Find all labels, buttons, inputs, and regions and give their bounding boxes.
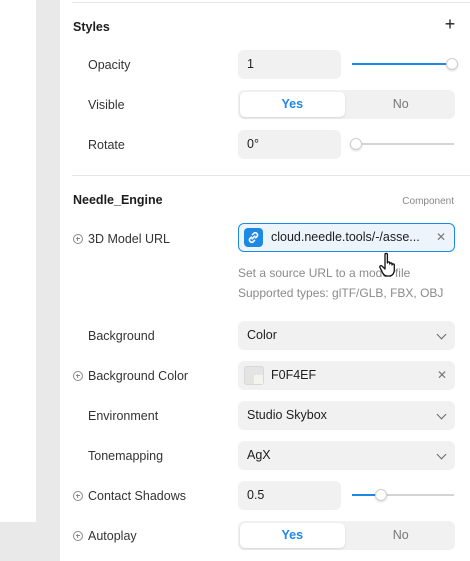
opacity-label: Opacity (88, 58, 131, 72)
section-divider (72, 175, 470, 176)
visible-no-option[interactable]: No (349, 92, 454, 117)
clear-color-close-icon[interactable]: ✕ (437, 361, 447, 390)
rotate-slider-knob[interactable] (350, 138, 362, 150)
panel-gutter (36, 0, 60, 561)
tonemapping-select-value: AgX (247, 448, 271, 462)
hand-cursor-icon (379, 252, 395, 277)
chevron-down-icon (436, 329, 447, 340)
visible-toggle[interactable]: Yes No (238, 90, 455, 119)
background-color-field[interactable]: F0F4EF ✕ (238, 361, 455, 390)
autoplay-label-text: Autoplay (88, 529, 137, 543)
rotate-label: Rotate (88, 138, 125, 152)
model-url-value: cloud.needle.tools/-/asse... (271, 230, 420, 244)
model-url-label[interactable]: 3D Model URL (73, 232, 170, 246)
styles-section-title: Styles (73, 20, 110, 34)
background-select-value: Color (247, 328, 277, 342)
link-icon[interactable] (244, 228, 263, 247)
rotate-slider[interactable] (350, 138, 454, 150)
contact-shadows-label[interactable]: Contact Shadows (73, 489, 186, 503)
opacity-slider[interactable] (352, 58, 458, 70)
background-select[interactable]: Color (238, 321, 455, 350)
contact-shadows-slider[interactable] (352, 489, 454, 501)
add-circle-icon[interactable] (73, 491, 83, 501)
model-url-helper-line2: Supported types: glTF/GLB, FBX, OBJ (238, 286, 444, 300)
add-style-plus-icon[interactable]: + (442, 15, 458, 33)
canvas-area (0, 0, 36, 522)
opacity-slider-knob[interactable] (446, 58, 458, 70)
clear-url-close-icon[interactable]: ✕ (436, 224, 446, 250)
tonemapping-select[interactable]: AgX (238, 441, 455, 470)
environment-select-value: Studio Skybox (247, 408, 327, 422)
model-url-input[interactable]: cloud.needle.tools/-/asse... ✕ (238, 223, 455, 252)
model-url-label-text: 3D Model URL (88, 232, 170, 246)
contact-shadows-input[interactable]: 0.5 (238, 481, 341, 510)
add-circle-icon[interactable] (73, 531, 83, 541)
autoplay-yes-option[interactable]: Yes (240, 523, 345, 548)
contact-shadows-slider-knob[interactable] (375, 489, 387, 501)
opacity-input[interactable]: 1 (238, 50, 341, 79)
environment-select[interactable]: Studio Skybox (238, 401, 455, 430)
opacity-slider-fill (352, 63, 454, 65)
tonemapping-label: Tonemapping (88, 449, 164, 463)
autoplay-no-option[interactable]: No (349, 523, 454, 548)
visible-label: Visible (88, 98, 125, 112)
contact-shadows-label-text: Contact Shadows (88, 489, 186, 503)
color-swatch[interactable] (244, 366, 264, 385)
background-color-label[interactable]: Background Color (73, 369, 188, 383)
chevron-down-icon (436, 449, 447, 460)
properties-panel: Styles + Opacity 1 Visible Yes No Rotate… (60, 0, 470, 561)
environment-label: Environment (88, 409, 159, 423)
autoplay-toggle[interactable]: Yes No (238, 521, 455, 550)
needle-engine-section-title: Needle_Engine (73, 193, 163, 207)
rotate-input[interactable]: 0° (238, 130, 341, 159)
chevron-down-icon (436, 409, 447, 420)
component-tag: Component (402, 196, 454, 207)
top-divider (72, 2, 470, 3)
background-color-value: F0F4EF (271, 368, 317, 382)
visible-yes-option[interactable]: Yes (240, 92, 345, 117)
background-color-label-text: Background Color (88, 369, 189, 383)
add-circle-icon[interactable] (73, 234, 83, 244)
background-label: Background (88, 329, 155, 343)
add-circle-icon[interactable] (73, 371, 83, 381)
autoplay-label[interactable]: Autoplay (73, 529, 137, 543)
